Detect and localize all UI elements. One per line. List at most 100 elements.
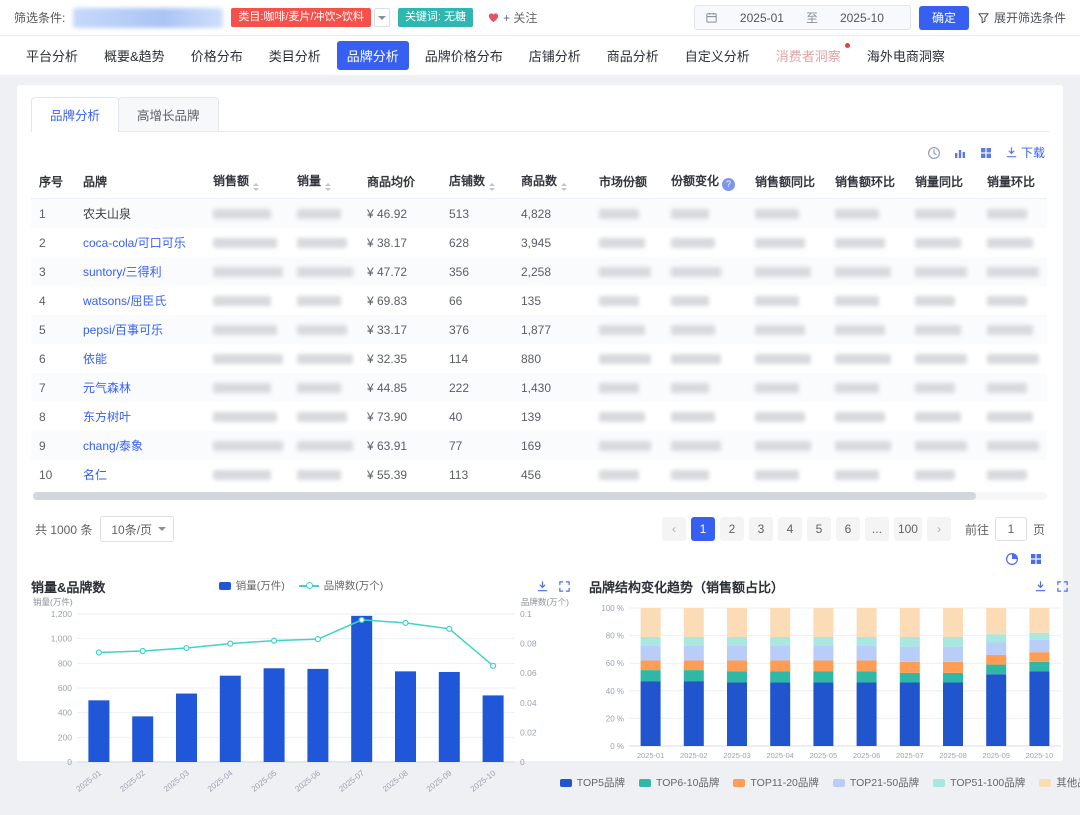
legend-item[interactable]: 销量(万件) xyxy=(219,578,285,593)
nav-tab-11[interactable]: 海外电商洞察 xyxy=(857,41,955,70)
download-icon[interactable] xyxy=(1034,580,1047,593)
keyword-filter-tag[interactable]: 关键词: 无糖 xyxy=(398,8,473,27)
brand-link[interactable]: 名仁 xyxy=(83,468,107,482)
sort-carets-icon[interactable] xyxy=(561,183,567,191)
confirm-button[interactable]: 确定 xyxy=(919,6,969,30)
sort-carets-icon[interactable] xyxy=(325,183,331,191)
cell xyxy=(907,344,979,373)
nav-tab-label: 品牌价格分布 xyxy=(425,49,503,64)
legend-item[interactable]: 品牌数(万个) xyxy=(299,578,384,593)
date-start-input[interactable] xyxy=(724,11,800,25)
redacted-value xyxy=(835,267,891,277)
nav-tab-1[interactable]: 平台分析 xyxy=(16,41,88,70)
svg-text:2025-07: 2025-07 xyxy=(337,768,366,794)
page-button-4[interactable]: 4 xyxy=(778,517,802,541)
nav-tab-10[interactable]: 消费者洞察 xyxy=(766,41,851,70)
sub-tab-2[interactable]: 高增长品牌 xyxy=(118,97,219,131)
page-button-5[interactable]: 5 xyxy=(807,517,831,541)
date-range-picker[interactable]: 至 xyxy=(694,5,911,30)
legend-item[interactable]: 其他品牌 xyxy=(1039,775,1080,790)
brand-link[interactable]: 依能 xyxy=(83,352,107,366)
filter-funnel-icon xyxy=(977,11,990,24)
svg-text:2025-05: 2025-05 xyxy=(250,768,279,794)
pie-chart-icon[interactable] xyxy=(1005,552,1019,566)
horizontal-scrollbar[interactable] xyxy=(33,492,1047,500)
cell xyxy=(663,286,747,315)
brand-link[interactable]: chang/泰象 xyxy=(83,439,143,453)
column-settings-grid-icon[interactable] xyxy=(979,146,993,160)
nav-tab-8[interactable]: 商品分析 xyxy=(597,41,669,70)
legend-swatch xyxy=(1039,779,1051,787)
nav-tab-9[interactable]: 自定义分析 xyxy=(675,41,760,70)
svg-text:0: 0 xyxy=(67,757,72,767)
column-header-3[interactable]: 销售额 xyxy=(205,165,289,199)
page-button-3[interactable]: 3 xyxy=(749,517,773,541)
pager: ‹123456...100› xyxy=(662,517,951,541)
brand-link[interactable]: 东方树叶 xyxy=(83,410,131,424)
sort-carets-icon[interactable] xyxy=(489,183,495,191)
nav-tab-2[interactable]: 概要&趋势 xyxy=(94,41,175,70)
category-dropdown-button[interactable] xyxy=(374,8,390,27)
follow-button[interactable]: + 关注 xyxy=(487,9,537,26)
nav-tab-3[interactable]: 价格分布 xyxy=(181,41,253,70)
cell: ¥ 47.72 xyxy=(359,257,441,286)
filter-bar: 筛选条件: 类目:咖啡/麦片/冲饮>饮料 关键词: 无糖 + 关注 至 确定 展… xyxy=(0,0,1080,36)
page-button-100[interactable]: 100 xyxy=(894,517,922,541)
legend-item[interactable]: TOP51-100品牌 xyxy=(933,775,1025,790)
cell xyxy=(979,199,1047,229)
redacted-value xyxy=(835,354,891,364)
prev-page-button[interactable]: ‹ xyxy=(662,517,686,541)
page-button-6[interactable]: 6 xyxy=(836,517,860,541)
svg-text:2025-01: 2025-01 xyxy=(74,768,103,794)
sort-carets-icon[interactable] xyxy=(253,183,259,191)
legend-label: 品牌数(万个) xyxy=(324,578,384,593)
page-size-select[interactable]: 10条/页 xyxy=(100,516,174,542)
nav-tab-7[interactable]: 店铺分析 xyxy=(519,41,591,70)
brand-link[interactable]: watsons/屈臣氏 xyxy=(83,294,166,308)
nav-tab-6[interactable]: 品牌价格分布 xyxy=(415,41,513,70)
brand-link[interactable]: suntory/三得利 xyxy=(83,265,162,279)
redacted-value xyxy=(835,209,879,219)
scrollbar-thumb[interactable] xyxy=(33,492,976,500)
redacted-value xyxy=(297,325,347,335)
svg-text:200: 200 xyxy=(58,732,72,742)
expand-filters-button[interactable]: 展开筛选条件 xyxy=(977,9,1066,26)
chart-view-icon[interactable] xyxy=(953,146,967,160)
svg-text:2025-04: 2025-04 xyxy=(766,751,794,760)
goto-page-input[interactable] xyxy=(995,517,1027,541)
page-button-1[interactable]: 1 xyxy=(691,517,715,541)
sub-tab-1[interactable]: 品牌分析 xyxy=(31,97,119,131)
nav-tab-4[interactable]: 类目分析 xyxy=(259,41,331,70)
brand-link[interactable]: pepsi/百事可乐 xyxy=(83,323,163,337)
table-row: 9chang/泰象¥ 63.9177169 xyxy=(31,431,1047,460)
redacted-value xyxy=(671,209,709,219)
nav-tab-5[interactable]: 品牌分析 xyxy=(337,41,409,70)
download-button[interactable]: 下载 xyxy=(1005,144,1045,161)
brand-link[interactable]: 农夫山泉 xyxy=(83,207,131,221)
history-clock-icon[interactable] xyxy=(927,146,941,160)
selected-brand-filter-redacted[interactable] xyxy=(73,8,223,28)
legend-item[interactable]: TOP6-10品牌 xyxy=(639,775,719,790)
legend-item[interactable]: TOP5品牌 xyxy=(560,775,625,790)
redacted-value xyxy=(297,354,353,364)
column-header-6[interactable]: 店铺数 xyxy=(441,165,513,199)
brand-link[interactable]: 元气森林 xyxy=(83,381,131,395)
date-end-input[interactable] xyxy=(824,11,900,25)
column-header-4[interactable]: 销量 xyxy=(289,165,359,199)
redacted-value xyxy=(987,325,1033,335)
legend-item[interactable]: TOP11-20品牌 xyxy=(733,775,818,790)
page-button-2[interactable]: 2 xyxy=(720,517,744,541)
cell xyxy=(747,344,827,373)
info-icon[interactable]: ? xyxy=(722,178,735,191)
fullscreen-icon[interactable] xyxy=(1056,580,1069,593)
content-card: 品牌分析高增长品牌 下载 序号品牌销售额销量商品均价店铺数商品数市场份额份额变化… xyxy=(16,84,1064,762)
cell xyxy=(827,199,907,229)
legend-item[interactable]: TOP21-50品牌 xyxy=(833,775,919,790)
cell xyxy=(289,402,359,431)
column-header-7[interactable]: 商品数 xyxy=(513,165,591,199)
category-filter-tag[interactable]: 类目:咖啡/麦片/冲饮>饮料 xyxy=(231,8,371,27)
redacted-value xyxy=(915,209,955,219)
grid-view-icon[interactable] xyxy=(1029,552,1043,566)
next-page-button[interactable]: › xyxy=(927,517,951,541)
brand-link[interactable]: coca-cola/可口可乐 xyxy=(83,236,186,250)
